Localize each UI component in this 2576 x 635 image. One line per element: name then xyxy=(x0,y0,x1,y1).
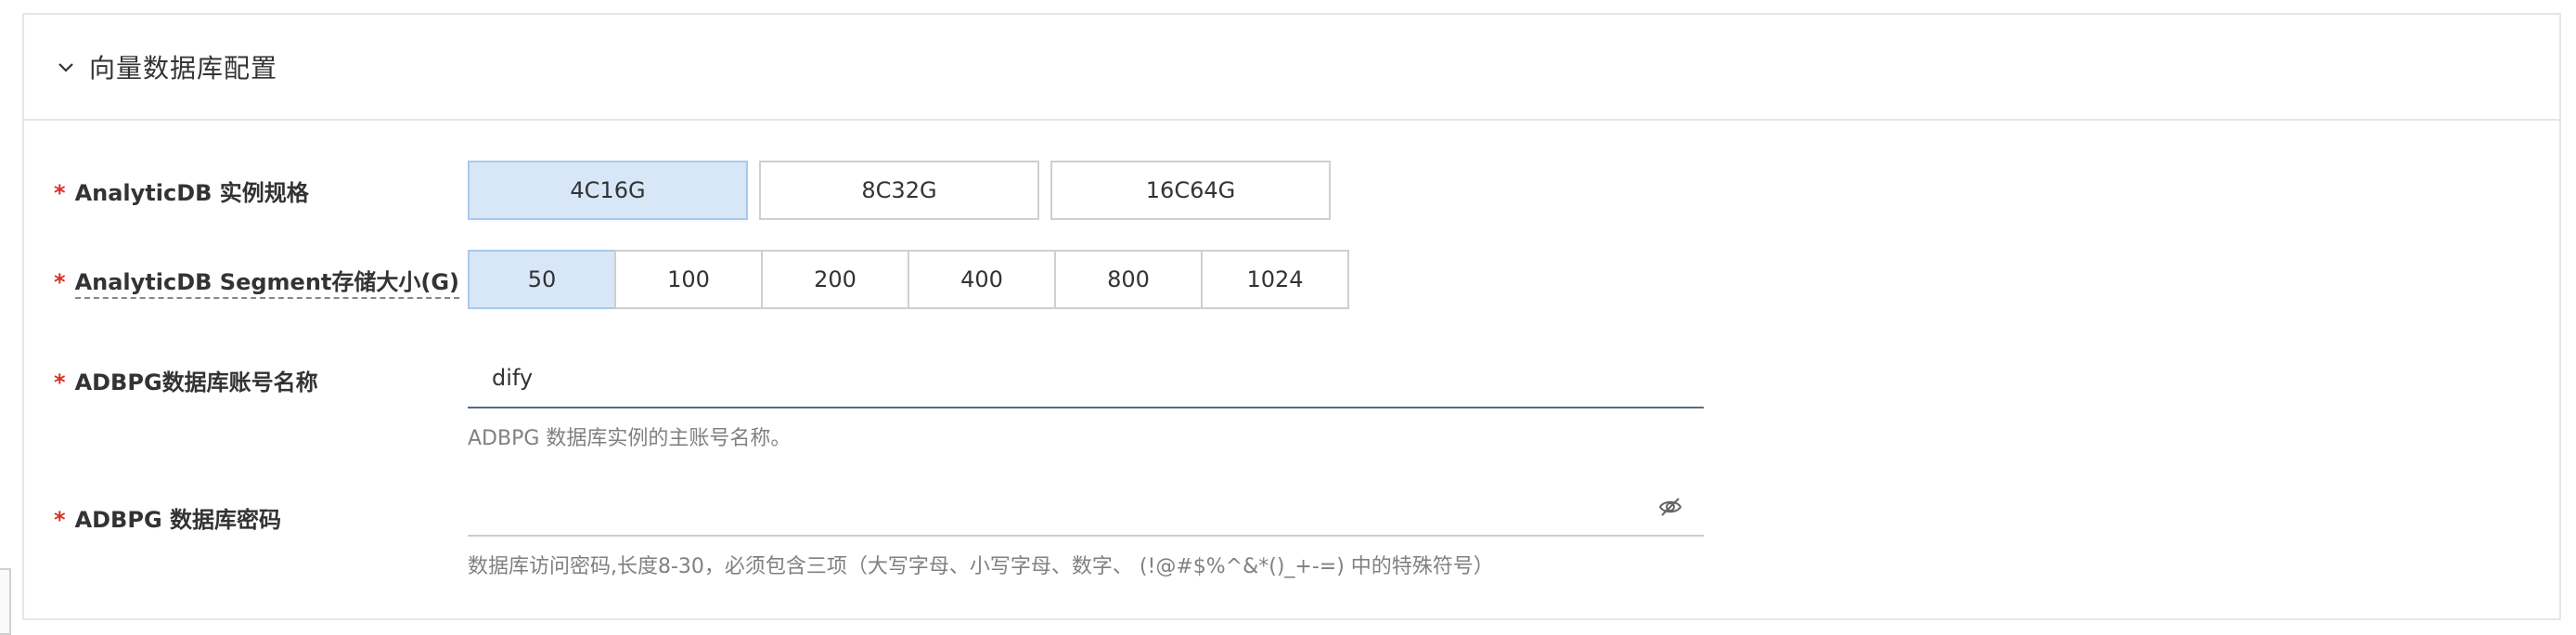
spec-options: 4C16G 8C32G 16C64G xyxy=(468,161,1342,220)
storage-option-1024[interactable]: 1024 xyxy=(1201,250,1349,309)
storage-option-100[interactable]: 100 xyxy=(614,250,763,309)
spec-option-16c64g[interactable]: 16C64G xyxy=(1050,161,1331,220)
storage-option-200[interactable]: 200 xyxy=(761,250,909,309)
required-mark: * xyxy=(54,269,66,295)
password-input[interactable] xyxy=(468,479,1704,533)
side-panel-handle[interactable] xyxy=(0,568,11,635)
password-field xyxy=(468,479,1704,537)
required-mark: * xyxy=(54,180,66,206)
spec-label: * AnalyticDB 实例规格 xyxy=(54,180,309,206)
section-title: 向量数据库配置 xyxy=(89,53,278,84)
spec-row: * AnalyticDB 实例规格 4C16G 8C32G 16C64G xyxy=(24,158,2559,223)
storage-option-50[interactable]: 50 xyxy=(468,250,616,309)
vector-db-config-panel: 向量数据库配置 * AnalyticDB 实例规格 4C16G 8C32G 16C… xyxy=(22,13,2561,620)
password-help: 数据库访问密码,长度8-30，必须包含三项（大写字母、小写字母、数字、 (!@#… xyxy=(468,555,1494,578)
eye-slash-icon[interactable] xyxy=(1657,496,1683,518)
spec-option-8c32g[interactable]: 8C32G xyxy=(759,161,1039,220)
spec-option-4c16g[interactable]: 4C16G xyxy=(468,161,748,220)
storage-row: * AnalyticDB Segment存储大小(G) 50 100 200 40… xyxy=(24,247,2559,312)
storage-option-400[interactable]: 400 xyxy=(908,250,1056,309)
account-help: ADBPG 数据库实例的主账号名称。 xyxy=(468,427,792,450)
storage-label[interactable]: * AnalyticDB Segment存储大小(G) xyxy=(54,264,460,299)
panel-header: 向量数据库配置 xyxy=(24,15,2559,121)
password-label: * ADBPG 数据库密码 xyxy=(54,507,281,533)
storage-option-800[interactable]: 800 xyxy=(1054,250,1203,309)
account-row: *ADBPG数据库账号名称 ADBPG 数据库实例的主账号名称。 xyxy=(24,351,2559,453)
required-mark: * xyxy=(54,369,66,395)
storage-options: 50 100 200 400 800 1024 xyxy=(468,250,1349,309)
required-mark: * xyxy=(54,507,66,533)
account-field xyxy=(468,351,1704,408)
collapse-toggle[interactable]: 向量数据库配置 xyxy=(56,48,277,85)
chevron-down-icon xyxy=(58,63,73,72)
password-row: * ADBPG 数据库密码 数据库访问密码,长度8-30，必须包含三项（大写字母、… xyxy=(24,479,2559,581)
account-input[interactable] xyxy=(468,351,1704,405)
account-label: * ADBPG数据库账号名称 xyxy=(54,369,318,395)
